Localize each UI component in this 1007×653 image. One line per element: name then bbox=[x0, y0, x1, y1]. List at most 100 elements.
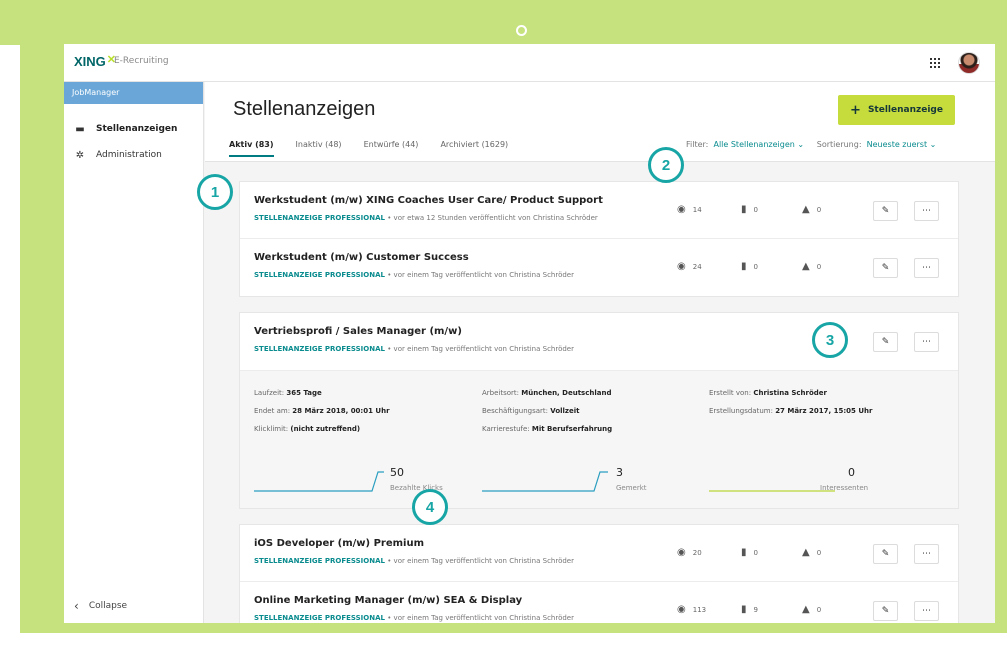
device-bezel-left bbox=[20, 0, 64, 633]
views-count: 113 bbox=[692, 605, 707, 614]
logo-text: XING bbox=[74, 54, 106, 69]
sort-label: Sortierung: bbox=[816, 140, 862, 149]
table-row[interactable]: Werkstudent (m/w) XING Coaches User Care… bbox=[240, 182, 958, 239]
edit-button[interactable]: ✎ bbox=[873, 258, 898, 278]
detail-label: Karrierestufe: bbox=[482, 425, 530, 433]
job-title[interactable]: iOS Developer (m/w) Premium bbox=[254, 538, 424, 549]
more-button[interactable]: ⋯ bbox=[914, 258, 939, 278]
bookmarks-count: 0 bbox=[753, 205, 758, 214]
xing-logo[interactable]: XING✕ bbox=[74, 54, 116, 69]
likes-stat: ▲ 0 bbox=[802, 604, 821, 615]
detail-label: Erstellt von: bbox=[709, 389, 752, 397]
device-bezel-top bbox=[20, 0, 1007, 44]
tab-inaktiv[interactable]: Inaktiv (48) bbox=[296, 140, 342, 157]
sidebar: JobManager ▬ Stellenanzeigen ✲ Administr… bbox=[64, 82, 204, 623]
more-button[interactable]: ⋯ bbox=[914, 332, 939, 352]
job-title[interactable]: Online Marketing Manager (m/w) SEA & Dis… bbox=[254, 595, 522, 606]
job-tag[interactable]: STELLENANZEIGE PROFESSIONAL bbox=[254, 345, 385, 353]
eye-icon: ◉ bbox=[677, 547, 686, 558]
thumbs-up-icon: ▲ bbox=[802, 604, 810, 615]
sidebar-collapse-button[interactable]: ‹ Collapse bbox=[74, 599, 127, 613]
job-meta-text: • vor einem Tag veröffentlicht von Chris… bbox=[384, 345, 574, 353]
device-bezel-bottom bbox=[20, 623, 1007, 633]
bookmark-icon: ▮ bbox=[741, 604, 747, 615]
filter-dropdown[interactable]: Alle Stellenanzeigen ⌄ bbox=[713, 140, 804, 149]
add-button-label: Stellenanzeige bbox=[867, 105, 943, 115]
sort-value: Neueste zuerst bbox=[866, 140, 928, 149]
job-tag[interactable]: STELLENANZEIGE PROFESSIONAL bbox=[254, 557, 385, 565]
views-stat: ◉ 20 bbox=[677, 547, 702, 558]
job-title[interactable]: Vertriebsprofi / Sales Manager (m/w) bbox=[254, 326, 462, 337]
detail-value: Mit Berufserfahrung bbox=[531, 425, 613, 433]
top-bar: XING✕ E-Recruiting bbox=[64, 44, 995, 82]
more-button[interactable]: ⋯ bbox=[914, 601, 939, 621]
more-button[interactable]: ⋯ bbox=[914, 201, 939, 221]
job-title[interactable]: Werkstudent (m/w) XING Coaches User Care… bbox=[254, 195, 603, 206]
callout-badge-3: 3 bbox=[812, 322, 848, 358]
sidebar-item-stellenanzeigen[interactable]: ▬ Stellenanzeigen bbox=[64, 116, 203, 142]
edit-button[interactable]: ✎ bbox=[873, 201, 898, 221]
sidebar-item-label: Administration bbox=[96, 150, 162, 160]
apps-grid-icon[interactable] bbox=[930, 58, 940, 68]
job-meta-text: • vor etwa 12 Stunden veröffentlicht von… bbox=[384, 214, 598, 222]
callout-badge-2: 2 bbox=[648, 147, 684, 183]
job-list: Werkstudent (m/w) XING Coaches User Care… bbox=[239, 181, 959, 623]
bookmarked-sparkline bbox=[482, 471, 608, 492]
add-job-ad-button[interactable]: + Stellenanzeige bbox=[838, 95, 955, 125]
edit-button[interactable]: ✎ bbox=[873, 544, 898, 564]
detail-label: Arbeitsort: bbox=[482, 389, 520, 397]
tab-entwuerfe[interactable]: Entwürfe (44) bbox=[364, 140, 419, 157]
tab-archiviert[interactable]: Archiviert (1629) bbox=[440, 140, 508, 157]
sidebar-item-administration[interactable]: ✲ Administration bbox=[64, 142, 203, 168]
gear-icon: ✲ bbox=[75, 149, 85, 161]
plus-icon: + bbox=[850, 102, 861, 118]
bookmarks-count: 9 bbox=[753, 605, 758, 614]
user-avatar[interactable] bbox=[958, 52, 980, 74]
job-title[interactable]: Werkstudent (m/w) Customer Success bbox=[254, 252, 469, 263]
page-header: Stellenanzeigen + Stellenanzeige Aktiv (… bbox=[205, 82, 995, 162]
pencil-icon: ✎ bbox=[881, 606, 890, 616]
tab-aktiv[interactable]: Aktiv (83) bbox=[229, 140, 274, 157]
job-tag[interactable]: STELLENANZEIGE PROFESSIONAL bbox=[254, 614, 385, 622]
collapse-label: Collapse bbox=[88, 601, 128, 611]
detail-erstellt-von: Erstellt von: Christina Schröder bbox=[709, 389, 872, 407]
likes-stat: ▲ 0 bbox=[802, 204, 821, 215]
job-meta: STELLENANZEIGE PROFESSIONAL • vor einem … bbox=[254, 345, 574, 353]
table-row[interactable]: Vertriebsprofi / Sales Manager (m/w) STE… bbox=[240, 313, 958, 370]
job-meta: STELLENANZEIGE PROFESSIONAL • vor einem … bbox=[254, 271, 574, 279]
job-meta-text: • vor einem Tag veröffentlicht von Chris… bbox=[384, 614, 574, 622]
table-row[interactable]: Werkstudent (m/w) Customer Success STELL… bbox=[240, 239, 958, 296]
detail-laufzeit: Laufzeit: 365 Tage bbox=[254, 389, 390, 407]
chevron-left-icon: ‹ bbox=[74, 599, 79, 613]
bookmarks-count: 0 bbox=[753, 262, 758, 271]
details-column: Erstellt von: Christina Schröder Erstell… bbox=[709, 389, 872, 425]
sidebar-header[interactable]: JobManager bbox=[64, 82, 203, 104]
details-column: Laufzeit: 365 Tage Endet am: 28 März 201… bbox=[254, 389, 390, 443]
edit-button[interactable]: ✎ bbox=[873, 332, 898, 352]
thumbs-up-icon: ▲ bbox=[802, 261, 810, 272]
metric-label-interested: Interessenten bbox=[820, 484, 869, 492]
more-icon: ⋯ bbox=[922, 549, 931, 559]
more-button[interactable]: ⋯ bbox=[914, 544, 939, 564]
detail-erstellungsdatum: Erstellungsdatum: 27 März 2017, 15:05 Uh… bbox=[709, 407, 872, 425]
detail-klicklimit: Klicklimit: (nicht zutreffend) bbox=[254, 425, 390, 443]
edit-button[interactable]: ✎ bbox=[873, 601, 898, 621]
table-row[interactable]: iOS Developer (m/w) Premium STELLENANZEI… bbox=[240, 525, 958, 582]
detail-karrierestufe: Karrierestufe: Mit Berufserfahrung bbox=[482, 425, 612, 443]
job-meta-text: • vor einem Tag veröffentlicht von Chris… bbox=[384, 557, 574, 565]
page-title: Stellenanzeigen bbox=[233, 98, 376, 120]
chevron-down-icon: ⌄ bbox=[929, 140, 937, 149]
job-tag[interactable]: STELLENANZEIGE PROFESSIONAL bbox=[254, 271, 385, 279]
views-count: 24 bbox=[692, 262, 702, 271]
chevron-down-icon: ⌄ bbox=[797, 140, 805, 149]
detail-label: Klicklimit: bbox=[254, 425, 289, 433]
detail-value: Vollzeit bbox=[550, 407, 580, 415]
table-row[interactable]: Online Marketing Manager (m/w) SEA & Dis… bbox=[240, 582, 958, 623]
eye-icon: ◉ bbox=[677, 604, 686, 615]
likes-stat: ▲ 0 bbox=[802, 547, 821, 558]
metric-value-bookmarked: 3 bbox=[616, 466, 623, 479]
detail-value: (nicht zutreffend) bbox=[290, 425, 361, 433]
sort-dropdown[interactable]: Neueste zuerst ⌄ bbox=[867, 140, 937, 149]
job-tag[interactable]: STELLENANZEIGE PROFESSIONAL bbox=[254, 214, 385, 222]
job-meta: STELLENANZEIGE PROFESSIONAL • vor einem … bbox=[254, 614, 574, 622]
